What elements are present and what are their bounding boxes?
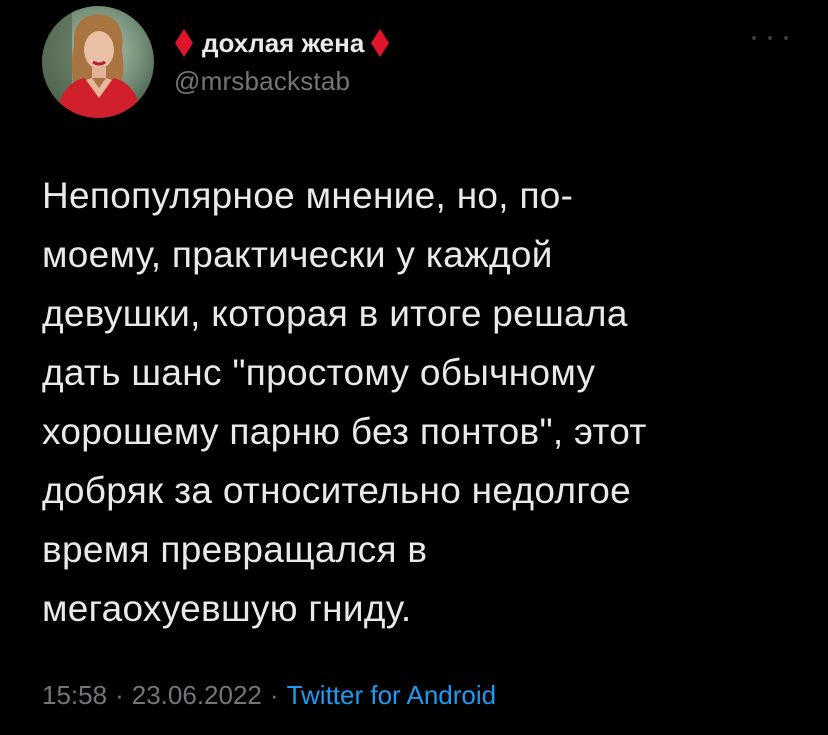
- tweet-time[interactable]: 15:58: [42, 680, 107, 710]
- ellipsis-icon: [752, 36, 756, 40]
- author-avatar[interactable]: [42, 6, 154, 118]
- ellipsis-icon: [768, 36, 772, 40]
- author-display-name[interactable]: дохлая жена: [202, 28, 364, 58]
- tweet-text: Непопулярное мнение, но, по- моему, прак…: [42, 175, 647, 629]
- more-options-button[interactable]: [752, 28, 788, 48]
- tweet-date[interactable]: 23.06.2022: [132, 680, 262, 710]
- tweet-source-link[interactable]: Twitter for Android: [287, 680, 497, 710]
- tweet-meta: 15:58 · 23.06.2022 · Twitter for Android: [42, 680, 496, 711]
- tweet-card: дохлая жена @mrsbackstab Непопулярное мн…: [0, 0, 828, 735]
- display-name-row[interactable]: дохлая жена: [174, 26, 390, 60]
- author-handle[interactable]: @mrsbackstab: [174, 66, 390, 97]
- diamond-icon: [370, 28, 390, 58]
- author-names: дохлая жена @mrsbackstab: [174, 26, 390, 97]
- meta-separator: ·: [115, 680, 124, 710]
- ellipsis-icon: [784, 36, 788, 40]
- diamond-icon: [174, 28, 194, 58]
- meta-separator: ·: [269, 680, 279, 710]
